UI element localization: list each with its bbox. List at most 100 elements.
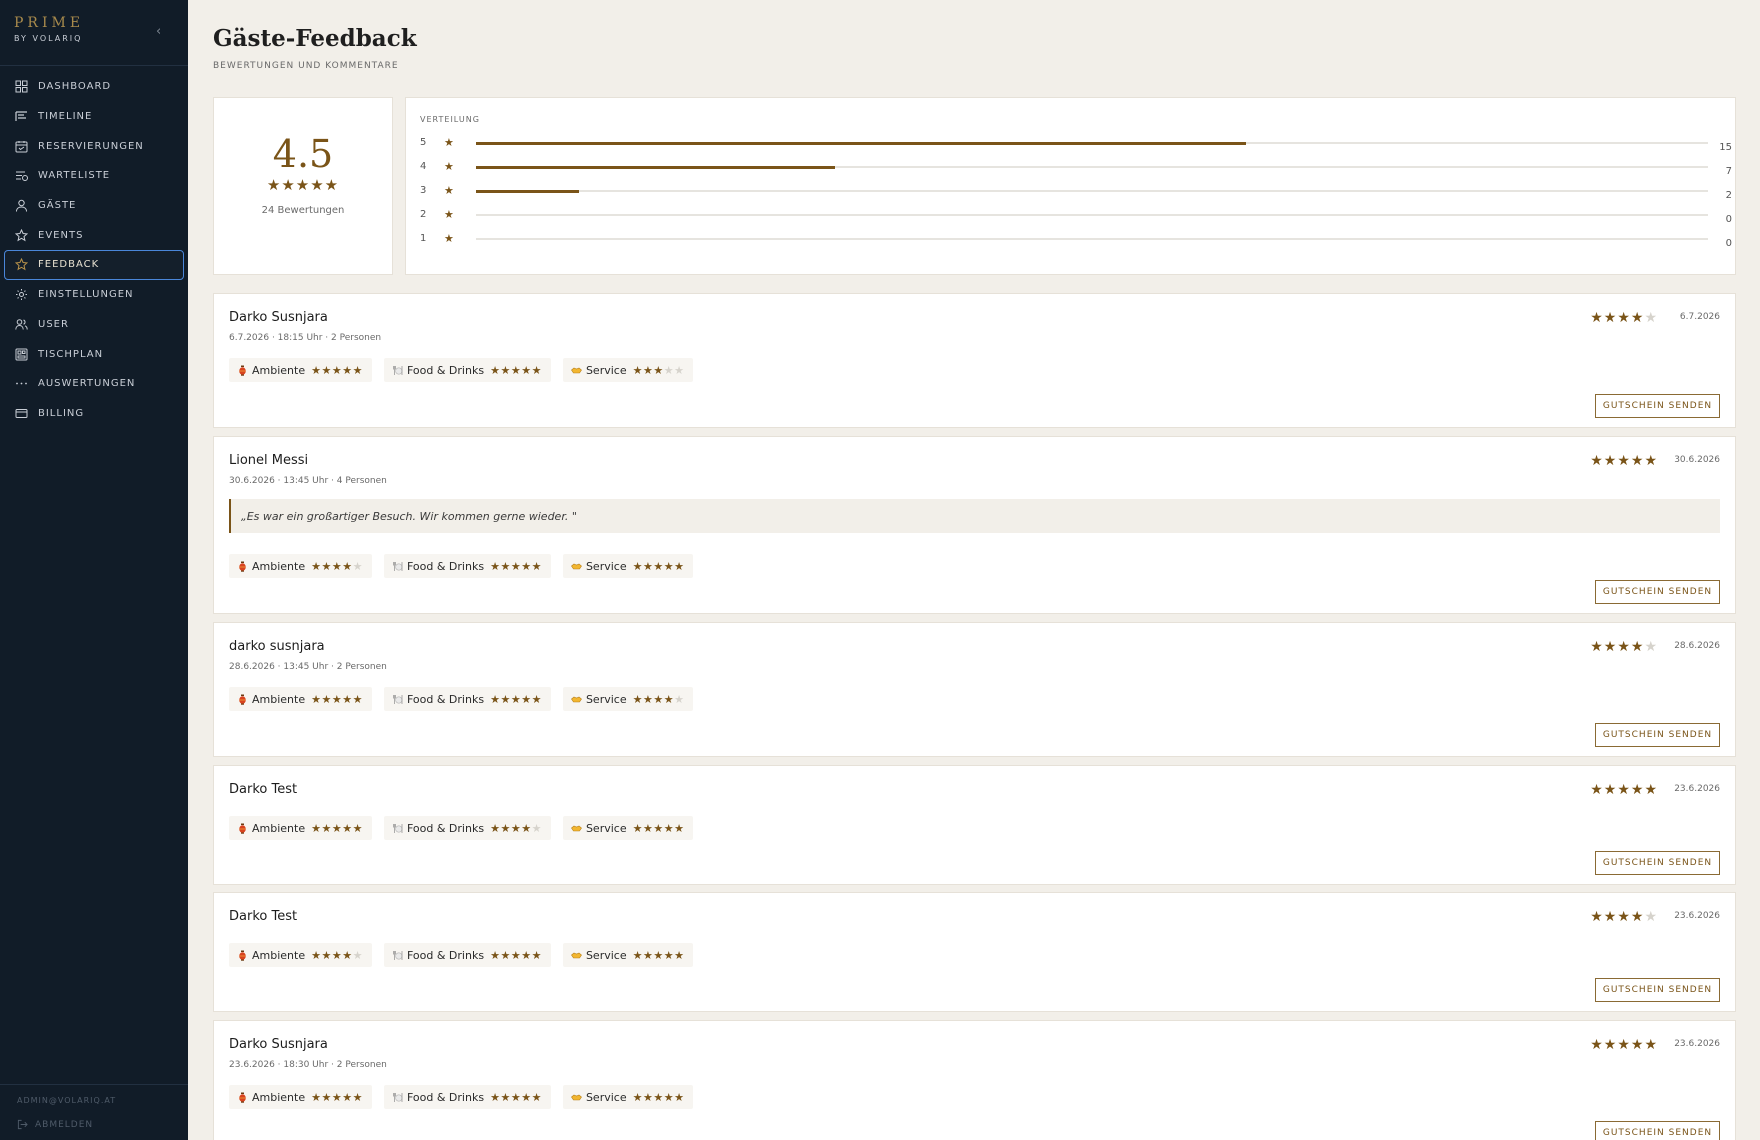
sidebar-item-warteliste[interactable]: WARTELISTE (0, 161, 188, 191)
average-rating-value: 4.5 (272, 132, 334, 176)
send-voucher-button[interactable]: GUTSCHEIN SENDEN (1595, 580, 1720, 604)
review-date: 23.6.2026 (1674, 784, 1720, 794)
lantern-icon (237, 694, 248, 705)
category-stars: ★★★★★ (311, 363, 363, 377)
average-rating-stars: ★★★★★ (266, 176, 340, 194)
review-date: 28.6.2026 (1674, 641, 1720, 651)
category-rating-chip: Food & Drinks ★★★★★ (383, 687, 551, 711)
brand-title: PRIME (14, 15, 85, 31)
category-rating-chip: Ambiente ★★★★★ (229, 358, 372, 382)
sidebar-item-dashboard[interactable]: DASHBOARD (0, 72, 188, 102)
category-stars: ★★★★★ (311, 1090, 363, 1104)
category-label: Service (585, 363, 627, 377)
review-card: Darko Test ★★★★★ 23.6.2026 Ambiente ★★★★★ Foo… (213, 892, 1736, 1012)
handshake-icon (571, 365, 582, 376)
category-rating-chip: Ambiente ★★★★★ (229, 943, 372, 967)
grid-icon (15, 80, 38, 93)
star-icon (15, 258, 38, 271)
sidebar-item-label: TIMELINE (38, 111, 93, 123)
review-card: darko susnjara 28.6.2026 · 13:45 Uhr · 2 … (213, 622, 1736, 757)
handshake-icon (571, 561, 582, 572)
category-stars: ★★★★★ (632, 363, 685, 377)
sidebar-item-gäste[interactable]: GÄSTE (0, 191, 188, 221)
send-voucher-button[interactable]: GUTSCHEIN SENDEN (1595, 394, 1720, 418)
category-label: Service (585, 692, 627, 706)
review-card: Darko Test ★★★★★ 23.6.2026 Ambiente ★★★★★ Foo… (213, 765, 1736, 885)
category-rating-chip: Service ★★★★★ (562, 554, 694, 578)
distribution-label: 2 (420, 209, 427, 220)
sidebar-item-label: USER (38, 318, 69, 330)
category-stars: ★★★★★ (311, 821, 363, 835)
handshake-icon (571, 823, 582, 834)
distribution-row: 2 ★ 0 (420, 208, 1732, 225)
handshake-icon (571, 950, 582, 961)
review-card: Darko Susnjara 6.7.2026 · 18:15 Uhr · 2 P… (213, 293, 1736, 428)
category-label: Ambiente (252, 1090, 306, 1104)
brand-subtitle: BY VOLARIQ (14, 34, 83, 43)
category-ratings: Ambiente ★★★★★ Food & Drinks ★★★★★ Service ★★… (229, 687, 705, 711)
category-ratings: Ambiente ★★★★★ Food & Drinks ★★★★★ Service ★★… (229, 816, 705, 840)
distribution-bar-fill (476, 165, 836, 169)
distribution-row: 1 ★ 0 (420, 232, 1732, 249)
card-icon (15, 407, 38, 420)
brand-logo: PRIME BY VOLARIQ (14, 15, 84, 43)
category-stars: ★★★★★ (632, 559, 685, 573)
distribution-count: 7 (1725, 166, 1732, 177)
review-overall-stars: ★★★★★ (1590, 310, 1658, 326)
sidebar: PRIME BY VOLARIQ ‹ DASHBOARD TIMELINE RESE… (0, 0, 188, 1140)
send-voucher-button[interactable]: GUTSCHEIN SENDEN (1595, 978, 1720, 1002)
category-label: Service (585, 821, 627, 835)
lantern-icon (237, 365, 248, 376)
distribution-row: 3 ★ 2 (420, 184, 1732, 201)
category-label: Service (585, 559, 627, 573)
category-stars: ★★★★★ (632, 1090, 685, 1104)
sidebar-item-billing[interactable]: BILLING (0, 399, 188, 429)
plate-icon (392, 1092, 403, 1103)
category-stars: ★★★★★ (632, 692, 685, 706)
category-stars: ★★★★★ (490, 363, 542, 377)
sidebar-item-reservierungen[interactable]: RESERVIERUNGEN (0, 131, 188, 161)
sidebar-item-auswertungen[interactable]: AUSWERTUNGEN (0, 369, 188, 399)
distribution-count: 0 (1725, 238, 1732, 249)
distribution-count: 0 (1725, 214, 1732, 225)
category-stars: ★★★★★ (632, 948, 685, 962)
plate-icon (392, 694, 403, 705)
distribution-bar-track: 0 (476, 238, 1732, 249)
sidebar-item-timeline[interactable]: TIMELINE (0, 102, 188, 132)
category-label: Service (585, 1090, 627, 1104)
page-subtitle: BEWERTUNGEN UND KOMMENTARE (213, 61, 399, 71)
chevron-left-icon[interactable]: ‹ (156, 24, 161, 39)
review-overall-stars: ★★★★★ (1590, 1037, 1658, 1053)
category-stars: ★★★★★ (490, 692, 542, 706)
distribution-count: 2 (1725, 190, 1732, 201)
distribution-label: 5 (420, 137, 427, 148)
category-ratings: Ambiente ★★★★★ Food & Drinks ★★★★★ Service ★★… (229, 1085, 705, 1109)
distribution-row: 5 ★ 15 (420, 136, 1732, 153)
category-rating-chip: Ambiente ★★★★★ (229, 816, 372, 840)
send-voucher-button[interactable]: GUTSCHEIN SENDEN (1595, 723, 1720, 747)
category-ratings: Ambiente ★★★★★ Food & Drinks ★★★★★ Service ★★… (229, 943, 705, 967)
sidebar-item-einstellungen[interactable]: EINSTELLUNGEN (0, 280, 188, 310)
send-voucher-button[interactable]: GUTSCHEIN SENDEN (1595, 851, 1720, 875)
category-label: Ambiente (252, 692, 306, 706)
sidebar-item-tischplan[interactable]: TISCHPLAN (0, 339, 188, 369)
sidebar-item-label: TISCHPLAN (38, 348, 104, 360)
distribution-label: 3 (420, 185, 427, 196)
sidebar-item-feedback[interactable]: FEEDBACK (4, 250, 184, 280)
plate-icon (392, 823, 403, 834)
send-voucher-button[interactable]: GUTSCHEIN SENDEN (1595, 1121, 1720, 1140)
sidebar-item-events[interactable]: EVENTS (0, 220, 188, 250)
average-rating-card: 4.5 ★★★★★ 24 Bewertungen (213, 97, 393, 275)
review-date: 23.6.2026 (1674, 911, 1720, 921)
review-guest-name: darko susnjara (229, 639, 325, 654)
distribution-label: 1 (420, 233, 427, 244)
sidebar-item-label: WARTELISTE (38, 170, 111, 182)
rating-distribution-card: VERTEILUNG 5 ★ 15 4 ★ 7 3 ★ 2 2 ★ 0 1 ★ 0 (405, 97, 1736, 275)
category-stars: ★★★★★ (311, 692, 363, 706)
category-label: Service (585, 948, 627, 962)
review-guest-name: Darko Susnjara (229, 1037, 328, 1052)
logout-button[interactable]: ABMELDEN (17, 1119, 93, 1130)
category-rating-chip: Ambiente ★★★★★ (229, 1085, 372, 1109)
sidebar-item-user[interactable]: USER (0, 310, 188, 340)
sidebar-item-label: DASHBOARD (38, 81, 112, 93)
